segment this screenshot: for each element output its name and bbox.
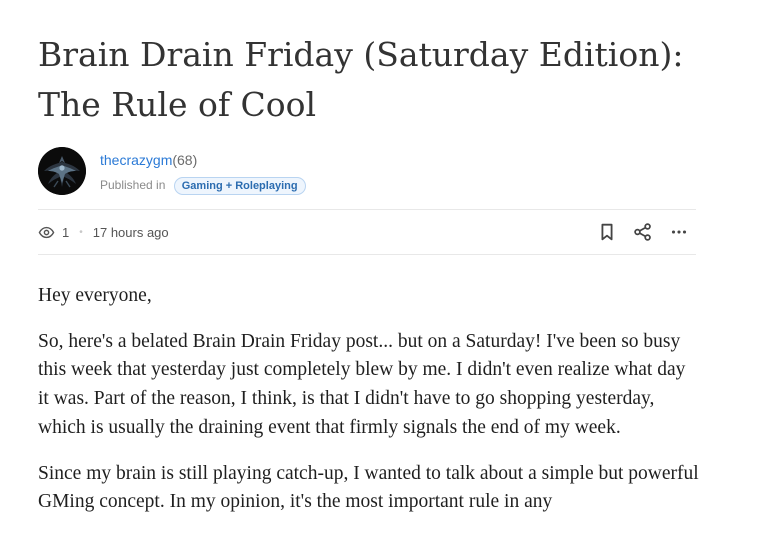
post-meta-bar: 1 • 17 hours ago (38, 209, 696, 255)
post-page: Brain Drain Friday (Saturday Edition): T… (0, 0, 768, 536)
body-paragraph: Since my brain is still playing catch-up… (38, 462, 699, 513)
post-stats: 1 • 17 hours ago (38, 223, 169, 241)
avatar[interactable] (38, 147, 86, 195)
post-title: Brain Drain Friday (Saturday Edition): T… (38, 35, 684, 124)
body-paragraph: Hey everyone, (38, 285, 152, 306)
dot-separator: • (79, 226, 83, 238)
author-reputation: (68) (172, 152, 198, 168)
dark-angel-avatar-icon (38, 147, 86, 195)
body-paragraph: So, here's a belated Brain Drain Friday … (38, 330, 686, 438)
community-badge[interactable]: Gaming + Roleplaying (173, 176, 306, 195)
more-icon[interactable] (668, 221, 690, 243)
post-body: Hey everyone, So, here's a belated Brain… (38, 282, 700, 534)
author-line: thecrazygm(68) (100, 150, 197, 170)
share-icon[interactable] (632, 221, 654, 243)
author-name-link[interactable]: thecrazygm (100, 152, 172, 168)
post-time: 17 hours ago (92, 224, 169, 240)
bookmark-icon[interactable] (596, 221, 618, 243)
post-actions (582, 221, 690, 243)
published-in-label: Published in (100, 178, 166, 192)
eye-icon (38, 224, 55, 241)
published-line: Published in Gaming + Roleplaying (100, 176, 306, 195)
author-row: thecrazygm(68) Published in Gaming + Rol… (38, 147, 698, 195)
view-count: 1 (62, 224, 70, 240)
